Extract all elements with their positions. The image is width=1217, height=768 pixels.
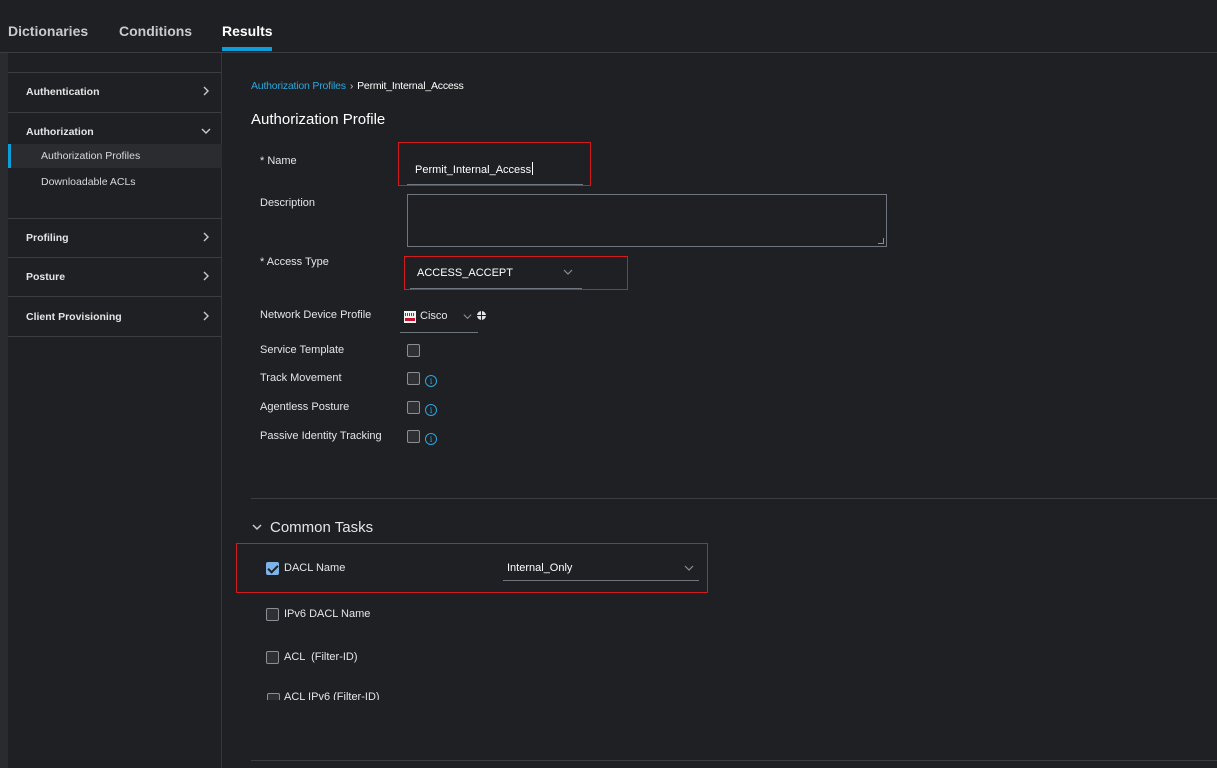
globe-icon[interactable] — [477, 311, 486, 320]
tab-dictionaries[interactable]: Dictionaries — [8, 23, 88, 39]
active-tab-indicator — [222, 47, 272, 51]
info-icon[interactable]: i — [425, 433, 437, 445]
sidebar-item-label: Profiling — [26, 232, 69, 244]
sidebar: Authentication Authorization Authorizati… — [8, 53, 222, 768]
ipv6-dacl-name-label: IPv6 DACL Name — [284, 608, 371, 620]
access-type-select[interactable]: ACCESS_ACCEPT — [410, 258, 582, 289]
chevron-down-icon — [463, 314, 472, 320]
tab-results[interactable]: Results — [222, 23, 273, 39]
left-edge-strip — [0, 53, 8, 768]
dacl-name-select[interactable]: Internal_Only — [503, 557, 699, 581]
info-icon[interactable]: i — [425, 404, 437, 416]
network-device-profile-label: Network Device Profile — [260, 309, 372, 321]
name-input[interactable]: Permit_Internal_Access — [407, 154, 583, 185]
sidebar-item-label: Downloadable ACLs — [41, 176, 136, 188]
access-type-label: * Access Type — [260, 256, 329, 268]
network-device-profile-value: Cisco — [420, 310, 448, 322]
chevron-right-icon — [203, 311, 209, 321]
ipv6-dacl-name-checkbox[interactable] — [266, 608, 279, 621]
sidebar-item-posture[interactable]: Posture — [8, 258, 222, 296]
chevron-right-icon — [203, 271, 209, 281]
passive-identity-tracking-checkbox[interactable] — [407, 430, 420, 443]
sidebar-item-label: Authentication — [26, 86, 100, 98]
dacl-name-value: Internal_Only — [507, 562, 573, 574]
sidebar-item-label: Authorization Profiles — [41, 150, 141, 162]
breadcrumb-current: Permit_Internal_Access — [357, 80, 464, 92]
page-title: Authorization Profile — [251, 111, 386, 128]
acl-ipv6-filter-id-label: ACL IPv6 (Filter-ID) — [284, 691, 380, 700]
sidebar-divider — [8, 296, 222, 297]
chevron-right-icon — [203, 232, 209, 242]
main-content: Authorization Profiles › Permit_Internal_A… — [223, 53, 1217, 768]
acl-filter-id-checkbox[interactable] — [266, 651, 279, 664]
description-textarea[interactable] — [407, 194, 887, 247]
chevron-down-icon — [201, 128, 211, 134]
breadcrumb: Authorization Profiles › Permit_Internal_A… — [251, 80, 464, 92]
section-divider — [251, 498, 1217, 499]
info-icon[interactable]: i — [425, 375, 437, 387]
sidebar-item-authorization-profiles[interactable]: Authorization Profiles — [8, 144, 222, 168]
chevron-down-icon — [252, 524, 262, 531]
service-template-label: Service Template — [260, 344, 345, 356]
resize-handle-icon[interactable] — [878, 238, 884, 244]
dacl-name-label: DACL Name — [284, 562, 346, 574]
access-type-value: ACCESS_ACCEPT — [417, 267, 513, 279]
sidebar-item-authentication[interactable]: Authentication — [8, 73, 222, 111]
chevron-down-icon — [563, 269, 573, 275]
sidebar-item-profiling[interactable]: Profiling — [8, 219, 222, 257]
sidebar-divider — [8, 336, 222, 337]
sidebar-item-client-provisioning[interactable]: Client Provisioning — [8, 298, 222, 336]
top-tab-bar: Dictionaries Conditions Results — [0, 0, 1217, 53]
chevron-right-icon — [203, 86, 209, 96]
track-movement-label: Track Movement — [260, 372, 342, 384]
sidebar-item-label: Client Provisioning — [26, 311, 122, 323]
name-input-value: Permit_Internal_Access — [415, 164, 532, 176]
agentless-posture-label: Agentless Posture — [260, 401, 350, 413]
sidebar-item-label: Posture — [26, 271, 66, 283]
passive-identity-tracking-label: Passive Identity Tracking — [260, 430, 382, 442]
name-label: * Name — [260, 155, 297, 167]
tab-conditions[interactable]: Conditions — [119, 23, 192, 39]
service-template-checkbox[interactable] — [407, 344, 420, 357]
breadcrumb-link-authorization-profiles[interactable]: Authorization Profiles — [251, 80, 346, 92]
cisco-logo-icon — [404, 311, 416, 323]
chevron-down-icon — [684, 565, 694, 571]
scroll-clip-area: ACL IPv6 (Filter-ID) — [261, 689, 461, 700]
sidebar-item-label: Authorization — [26, 126, 94, 138]
agentless-posture-checkbox[interactable] — [407, 401, 420, 414]
acl-ipv6-filter-id-checkbox[interactable] — [267, 693, 280, 700]
network-device-profile-select[interactable]: Cisco — [400, 306, 478, 333]
sidebar-item-downloadable-acls[interactable]: Downloadable ACLs — [8, 170, 222, 194]
acl-filter-id-label: ACL (Filter-ID) — [284, 651, 358, 663]
dacl-name-checkbox[interactable] — [266, 562, 279, 575]
text-caret — [532, 162, 534, 175]
section-divider — [251, 760, 1217, 761]
track-movement-checkbox[interactable] — [407, 372, 420, 385]
description-label: Description — [260, 197, 316, 209]
common-tasks-title: Common Tasks — [270, 519, 374, 536]
breadcrumb-separator-icon: › — [349, 80, 354, 92]
